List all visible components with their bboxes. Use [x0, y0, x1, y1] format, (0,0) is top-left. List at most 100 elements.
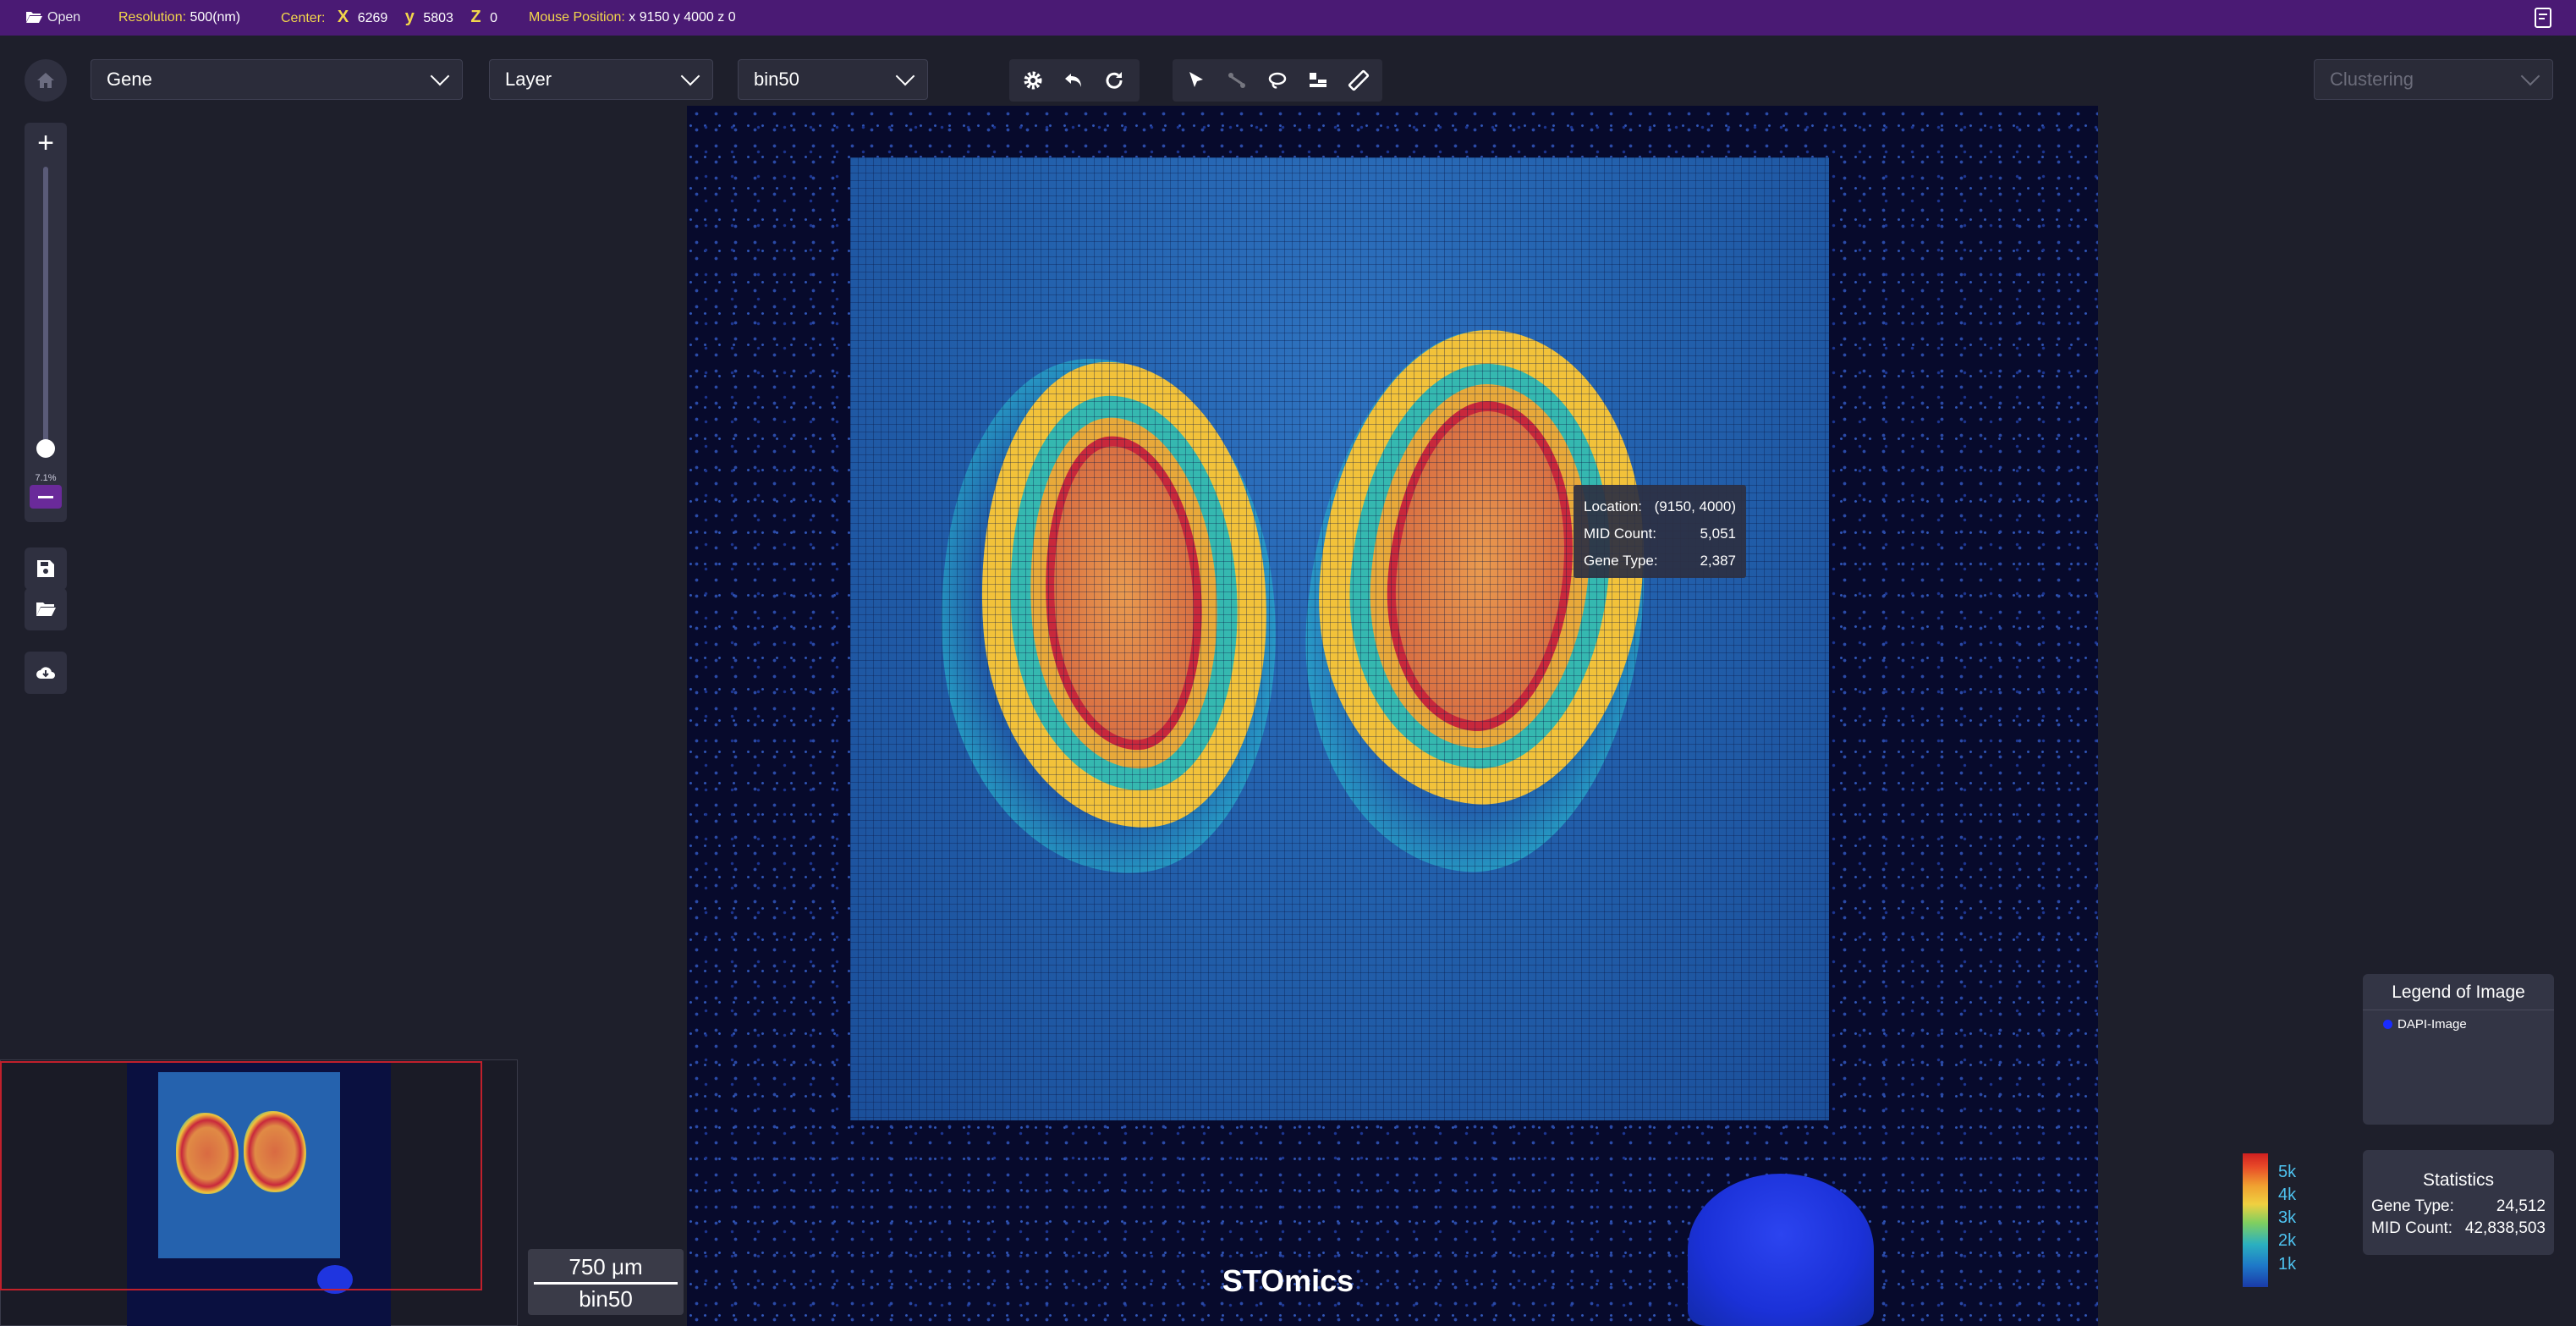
legend-panel: Legend of Image DAPI-Image: [2363, 974, 2554, 1125]
open-menu[interactable]: Open: [25, 10, 80, 25]
scale-line: [534, 1282, 678, 1285]
scale-length: 750 μm: [568, 1254, 643, 1279]
colorbar-tick: 2k: [2278, 1231, 2297, 1250]
statistics-title: Statistics: [2422, 1170, 2495, 1190]
colorbar-tick: 1k: [2278, 1255, 2297, 1274]
legend-title: Legend of Image: [2363, 982, 2554, 1010]
folder-open-icon: [36, 602, 56, 616]
zoom-out-button[interactable]: [30, 485, 62, 509]
scale-bin: bin50: [579, 1286, 633, 1312]
redo-icon: [1106, 72, 1123, 89]
minimap-viewport-frame[interactable]: [0, 1061, 482, 1290]
chevron-down-icon: [2520, 66, 2540, 86]
layers-icon: [1310, 73, 1326, 87]
tooltip-mid-row: MID Count: 5,051: [1584, 520, 1736, 547]
connect-tool-button[interactable]: [1217, 60, 1257, 101]
stat-mid-count-value: 42,838,503: [2464, 1219, 2546, 1237]
chevron-down-icon: [895, 66, 915, 86]
clustering-select[interactable]: Clustering: [2314, 59, 2553, 100]
zoom-percent: 7.1%: [35, 473, 57, 483]
center-readout: Center: X 6269 y 5803 Z 0: [281, 8, 497, 27]
redo-button[interactable]: [1094, 60, 1134, 101]
scale-bar: 750 μm bin50: [528, 1249, 684, 1315]
center-x-label: X: [337, 8, 349, 26]
center-x-value: 6269: [357, 11, 388, 25]
hover-tooltip: Location: (9150, 4000) MID Count: 5,051 …: [1574, 485, 1746, 578]
chevron-down-icon: [430, 66, 450, 86]
pointer-tool-button[interactable]: [1176, 60, 1217, 101]
stat-mid-count-row: MID Count: 42,838,503: [2371, 1219, 2546, 1238]
open-label: Open: [47, 10, 81, 25]
undo-button[interactable]: [1053, 60, 1094, 101]
resolution-value: 500(nm): [189, 10, 241, 25]
cloud-download-button[interactable]: [25, 652, 67, 694]
selection-toolbar: [1173, 59, 1382, 102]
mouse-position-label: Mouse Position:: [529, 10, 625, 25]
tooltip-mid-value: 5,051: [1700, 525, 1736, 542]
open-folder-button[interactable]: [25, 588, 67, 630]
bin-select-value: bin50: [754, 69, 799, 90]
zoom-control: + 7.1%: [25, 123, 67, 522]
center-z-label: Z: [470, 8, 481, 26]
clustering-select-value: Clustering: [2330, 69, 2414, 90]
ruler-icon: [1348, 69, 1370, 91]
tooltip-gene-value: 2,387: [1700, 553, 1736, 569]
tooltip-location-value: (9150, 4000): [1654, 498, 1736, 514]
home-button[interactable]: [25, 59, 67, 102]
tooltip-gene-row: Gene Type: 2,387: [1584, 547, 1736, 575]
zoom-in-button[interactable]: +: [30, 128, 62, 158]
resolution-readout: Resolution: 500(nm): [118, 10, 240, 25]
center-y-label: y: [404, 8, 415, 26]
pointer-icon: [1189, 72, 1203, 87]
view-toolbar: [1009, 59, 1140, 102]
center-label: Center:: [281, 11, 326, 25]
legend-dot: [2383, 1020, 2392, 1029]
folder-open-icon: [26, 12, 42, 23]
mouse-position-readout: Mouse Position: x 9150 y 4000 z 0: [529, 10, 736, 25]
layer-select[interactable]: Layer: [489, 59, 713, 100]
stat-mid-count-label: MID Count:: [2371, 1219, 2453, 1237]
colorbar-tick: 4k: [2278, 1186, 2297, 1204]
center-y-value: 5803: [423, 11, 453, 25]
colorbar-tick: 3k: [2278, 1208, 2297, 1227]
save-button[interactable]: [25, 547, 67, 590]
save-icon: [37, 560, 54, 577]
spatial-heatmap-canvas[interactable]: [687, 106, 2098, 1326]
layers-tool-button[interactable]: [1298, 60, 1338, 101]
legend-item-label: DAPI-Image: [2397, 1017, 2467, 1032]
settings-button[interactable]: [1013, 60, 1053, 101]
ruler-tool-button[interactable]: [1338, 60, 1379, 101]
tooltip-location-label: Location:: [1584, 498, 1642, 514]
gene-select[interactable]: Gene: [91, 59, 463, 100]
undo-icon: [1065, 74, 1081, 87]
zoom-slider-handle[interactable]: [36, 439, 55, 458]
home-icon: [37, 73, 54, 88]
legend-item-dapi[interactable]: DAPI-Image: [2383, 1017, 2554, 1032]
center-z-value: 0: [490, 11, 497, 25]
stat-gene-type-label: Gene Type:: [2371, 1197, 2454, 1215]
gear-icon: [1024, 71, 1042, 90]
resolution-label: Resolution:: [118, 10, 187, 25]
lasso-tool-button[interactable]: [1257, 60, 1298, 101]
zoom-slider-track[interactable]: [43, 167, 48, 446]
minus-icon: [38, 495, 53, 498]
stat-gene-type-row: Gene Type: 24,512: [2371, 1197, 2546, 1216]
tooltip-mid-label: MID Count:: [1584, 525, 1656, 542]
statistics-panel: Statistics Gene Type: 24,512 MID Count: …: [2363, 1150, 2554, 1255]
gene-select-value: Gene: [107, 69, 152, 90]
tooltip-gene-label: Gene Type:: [1584, 553, 1658, 569]
chevron-down-icon: [680, 66, 700, 86]
colorbar: [2243, 1153, 2268, 1287]
lasso-icon: [1268, 72, 1287, 89]
colorbar-tick: 5k: [2278, 1163, 2297, 1181]
bin-grid: [850, 157, 1829, 1120]
dapi-blob: [1688, 1174, 1874, 1326]
notes-icon[interactable]: [2533, 7, 2553, 29]
layer-select-value: Layer: [505, 69, 552, 90]
top-bar: Open Resolution: 500(nm) Center: X 6269 …: [0, 0, 2576, 36]
cloud-download-icon: [36, 667, 55, 679]
stat-gene-type-value: 24,512: [2496, 1197, 2546, 1215]
bin-select[interactable]: bin50: [738, 59, 928, 100]
connect-icon: [1228, 73, 1245, 88]
mouse-position-value: x 9150 y 4000 z 0: [629, 10, 736, 25]
